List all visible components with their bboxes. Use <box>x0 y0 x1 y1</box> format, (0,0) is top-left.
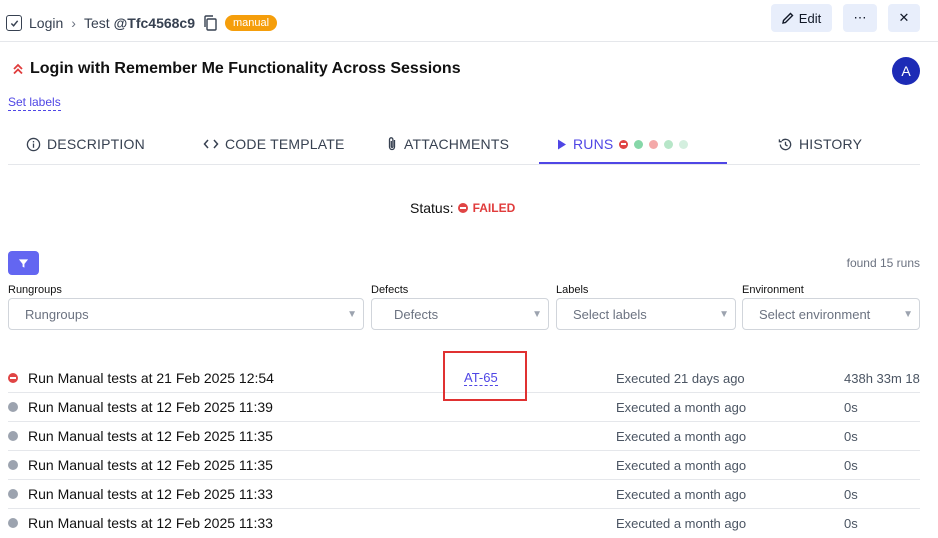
select-placeholder: Select labels <box>573 306 647 322</box>
tab-label: RUNS <box>573 136 614 152</box>
select-placeholder: Select environment <box>759 306 871 322</box>
title-text: Login with Remember Me Functionality Acr… <box>30 60 461 77</box>
run-status-dot <box>679 139 689 149</box>
environment-select[interactable]: Select environment ▼ <box>742 298 920 330</box>
highlight-box <box>443 351 527 401</box>
test-title: Login with Remember Me Functionality Acr… <box>12 60 461 78</box>
more-button[interactable]: ⋯ <box>843 4 877 32</box>
run-duration: 0s <box>844 487 858 502</box>
tab-code-template[interactable]: CODE TEMPLATE <box>203 136 345 152</box>
select-placeholder: Rungroups <box>25 306 89 322</box>
filter-label-labels: Labels <box>556 284 589 296</box>
found-count: found 15 runs <box>846 256 920 270</box>
pending-icon <box>8 402 18 412</box>
pending-icon <box>8 518 18 528</box>
run-title[interactable]: Run Manual tests at 12 Feb 2025 11:33 <box>28 486 273 502</box>
tabs-divider <box>8 164 920 165</box>
run-executed: Executed a month ago <box>616 400 747 415</box>
filter-label-rungroups: Rungroups <box>8 284 62 296</box>
caret-down-icon: ▼ <box>903 309 913 320</box>
test-id: @Tfc4568c9 <box>113 15 195 31</box>
priority-high-icon <box>12 63 30 75</box>
filter-label-defects: Defects <box>371 284 409 296</box>
run-status-dot <box>649 139 659 149</box>
run-row[interactable]: Run Manual tests at 12 Feb 2025 11:35 Ex… <box>8 451 920 480</box>
pending-icon <box>8 431 18 441</box>
avatar[interactable]: A <box>892 57 920 85</box>
run-row[interactable]: Run Manual tests at 12 Feb 2025 11:33 Ex… <box>8 509 920 538</box>
run-row[interactable]: Run Manual tests at 12 Feb 2025 11:33 Ex… <box>8 480 920 509</box>
play-icon <box>557 139 567 150</box>
tab-label: HISTORY <box>799 136 863 152</box>
status-label: Status: <box>410 200 454 216</box>
close-button[interactable]: ✕ <box>888 4 920 32</box>
header-divider <box>0 41 938 42</box>
pending-icon <box>8 460 18 470</box>
run-executed: Executed a month ago <box>616 516 747 531</box>
set-labels-link[interactable]: Set labels <box>8 95 61 111</box>
run-title[interactable]: Run Manual tests at 12 Feb 2025 11:35 <box>28 428 273 444</box>
run-executed: Executed a month ago <box>616 429 747 444</box>
run-executed: Executed a month ago <box>616 487 747 502</box>
rungroups-select[interactable]: Rungroups ▼ <box>8 298 364 330</box>
close-icon: ✕ <box>898 10 910 25</box>
run-duration: 0s <box>844 429 858 444</box>
run-row[interactable]: Run Manual tests at 12 Feb 2025 11:35 Ex… <box>8 422 920 451</box>
run-status-dot <box>619 139 629 149</box>
status-badge: FAILED <box>457 201 516 215</box>
run-duration: 438h 33m 18 <box>844 371 920 386</box>
run-title[interactable]: Run Manual tests at 12 Feb 2025 11:33 <box>28 515 273 531</box>
run-status: Status: FAILED <box>410 200 515 216</box>
failed-icon <box>457 203 468 213</box>
info-icon <box>26 137 41 152</box>
breadcrumb-suite[interactable]: Login <box>29 15 63 31</box>
tab-label: ATTACHMENTS <box>404 136 510 152</box>
paperclip-icon <box>386 136 398 152</box>
failed-icon <box>8 373 18 383</box>
edit-label: Edit <box>798 10 822 26</box>
tab-history[interactable]: HISTORY <box>778 136 862 152</box>
status-value: FAILED <box>472 201 516 215</box>
run-executed: Executed a month ago <box>616 458 747 473</box>
edit-button[interactable]: Edit <box>771 4 832 32</box>
filter-label-environment: Environment <box>742 284 804 296</box>
tab-description[interactable]: DESCRIPTION <box>26 136 145 152</box>
tab-label: CODE TEMPLATE <box>225 136 345 152</box>
caret-down-icon: ▼ <box>347 309 357 320</box>
filter-button[interactable] <box>8 251 39 275</box>
run-executed: Executed 21 days ago <box>616 371 745 386</box>
code-icon <box>203 138 219 150</box>
more-icon: ⋯ <box>853 10 867 25</box>
breadcrumb: Login › Test @Tfc4568c9 manual <box>6 12 278 34</box>
tab-runs[interactable]: RUNS <box>557 136 689 152</box>
pencil-icon <box>781 12 794 24</box>
history-icon <box>778 137 793 152</box>
run-duration: 0s <box>844 516 858 531</box>
type-badge: manual <box>225 15 278 31</box>
chevron-right-icon: › <box>71 15 76 31</box>
tab-attachments[interactable]: ATTACHMENTS <box>386 136 509 152</box>
active-tab-indicator <box>539 162 727 164</box>
breadcrumb-test-prefix: Test <box>83 15 110 31</box>
labels-select[interactable]: Select labels ▼ <box>556 298 736 330</box>
filter-icon <box>18 258 29 269</box>
run-status-dot <box>664 139 674 149</box>
run-title[interactable]: Run Manual tests at 21 Feb 2025 12:54 <box>28 370 274 386</box>
pending-icon <box>8 489 18 499</box>
copy-icon[interactable] <box>203 15 217 31</box>
run-status-dot <box>634 139 644 149</box>
caret-down-icon: ▼ <box>719 309 729 320</box>
select-placeholder: Defects <box>394 306 439 322</box>
run-duration: 0s <box>844 400 858 415</box>
run-title[interactable]: Run Manual tests at 12 Feb 2025 11:39 <box>28 399 273 415</box>
checkbox-icon <box>6 15 22 31</box>
caret-down-icon: ▼ <box>532 309 542 320</box>
run-duration: 0s <box>844 458 858 473</box>
run-title[interactable]: Run Manual tests at 12 Feb 2025 11:35 <box>28 457 273 473</box>
defects-select[interactable]: Defects ▼ <box>371 298 549 330</box>
tab-label: DESCRIPTION <box>47 136 145 152</box>
